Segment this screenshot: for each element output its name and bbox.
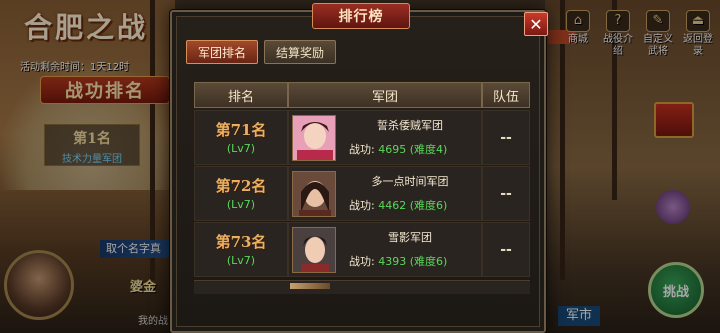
legion-power: 战功: 4462 (难度6) <box>349 197 447 213</box>
rank-level: (Lv7) <box>226 198 256 211</box>
legion-leader-portrait <box>292 171 336 217</box>
rank-cell: 第71名 (Lv7) <box>194 110 288 165</box>
table-row[interactable]: 第71名 (Lv7) 誓杀倭贼军团 战功: 4695 (难度4) -- <box>194 110 530 165</box>
leaderboard-table: 排名 军团 队伍 第71名 (Lv7) 誓杀倭贼军团 战功: 4695 (难度4… <box>194 82 530 331</box>
table-row[interactable]: 第72名 (Lv7) 多一点时间军团 战功: 4462 (难度6) -- <box>194 166 530 221</box>
legion-name: 雪影军团 <box>388 231 432 244</box>
legion-power: 战功: 4393 (难度6) <box>349 253 447 269</box>
portrait-peek <box>290 283 330 289</box>
close-button[interactable]: ✕ <box>524 12 548 36</box>
difficulty-label: (难度4) <box>409 143 448 156</box>
power-label: 战功: <box>349 255 375 268</box>
tab-settlement-rewards[interactable]: 结算奖励 <box>264 40 336 64</box>
modal-title: 排行榜 <box>312 3 410 29</box>
rank-position: 第71名 <box>215 121 267 139</box>
close-icon: ✕ <box>529 14 543 34</box>
column-header-squad: 队伍 <box>482 82 530 108</box>
table-body[interactable]: 第71名 (Lv7) 誓杀倭贼军团 战功: 4695 (难度4) -- 第72名… <box>194 110 530 280</box>
rank-position: 第72名 <box>215 177 267 195</box>
power-value: 4393 <box>378 255 407 268</box>
column-header-legion: 军团 <box>288 82 482 108</box>
squad-cell: -- <box>482 166 530 221</box>
rank-position: 第73名 <box>215 233 267 251</box>
legion-name: 多一点时间军团 <box>371 175 449 188</box>
power-value: 4462 <box>378 199 407 212</box>
power-value: 4695 <box>378 143 407 156</box>
next-row-peek <box>194 280 530 294</box>
rank-level: (Lv7) <box>226 142 256 155</box>
legion-leader-portrait <box>292 115 336 161</box>
legion-name: 誓杀倭贼军团 <box>377 119 443 132</box>
tab-legion-rank[interactable]: 军团排名 <box>186 40 258 64</box>
difficulty-label: (难度6) <box>409 255 448 268</box>
legion-cell: 雪影军团 战功: 4393 (难度6) <box>288 222 482 277</box>
squad-cell: -- <box>482 222 530 277</box>
rank-cell: 第72名 (Lv7) <box>194 166 288 221</box>
leaderboard-modal: 军团排名 结算奖励 排名 军团 队伍 第71名 (Lv7) 誓杀倭贼军团 战功:… <box>170 10 546 333</box>
power-label: 战功: <box>349 199 375 212</box>
rank-cell: 第73名 (Lv7) <box>194 222 288 277</box>
legion-power: 战功: 4695 (难度4) <box>349 141 447 157</box>
difficulty-label: (难度6) <box>409 199 448 212</box>
legion-cell: 多一点时间军团 战功: 4462 (难度6) <box>288 166 482 221</box>
legion-leader-portrait <box>292 227 336 273</box>
legion-cell: 誓杀倭贼军团 战功: 4695 (难度4) <box>288 110 482 165</box>
column-header-rank: 排名 <box>194 82 288 108</box>
table-header: 排名 军团 队伍 <box>194 82 530 108</box>
squad-cell: -- <box>482 110 530 165</box>
power-label: 战功: <box>349 143 375 156</box>
table-row[interactable]: 第73名 (Lv7) 雪影军团 战功: 4393 (难度6) -- <box>194 222 530 277</box>
rank-level: (Lv7) <box>226 254 256 267</box>
tab-bar: 军团排名 结算奖励 <box>186 40 336 64</box>
